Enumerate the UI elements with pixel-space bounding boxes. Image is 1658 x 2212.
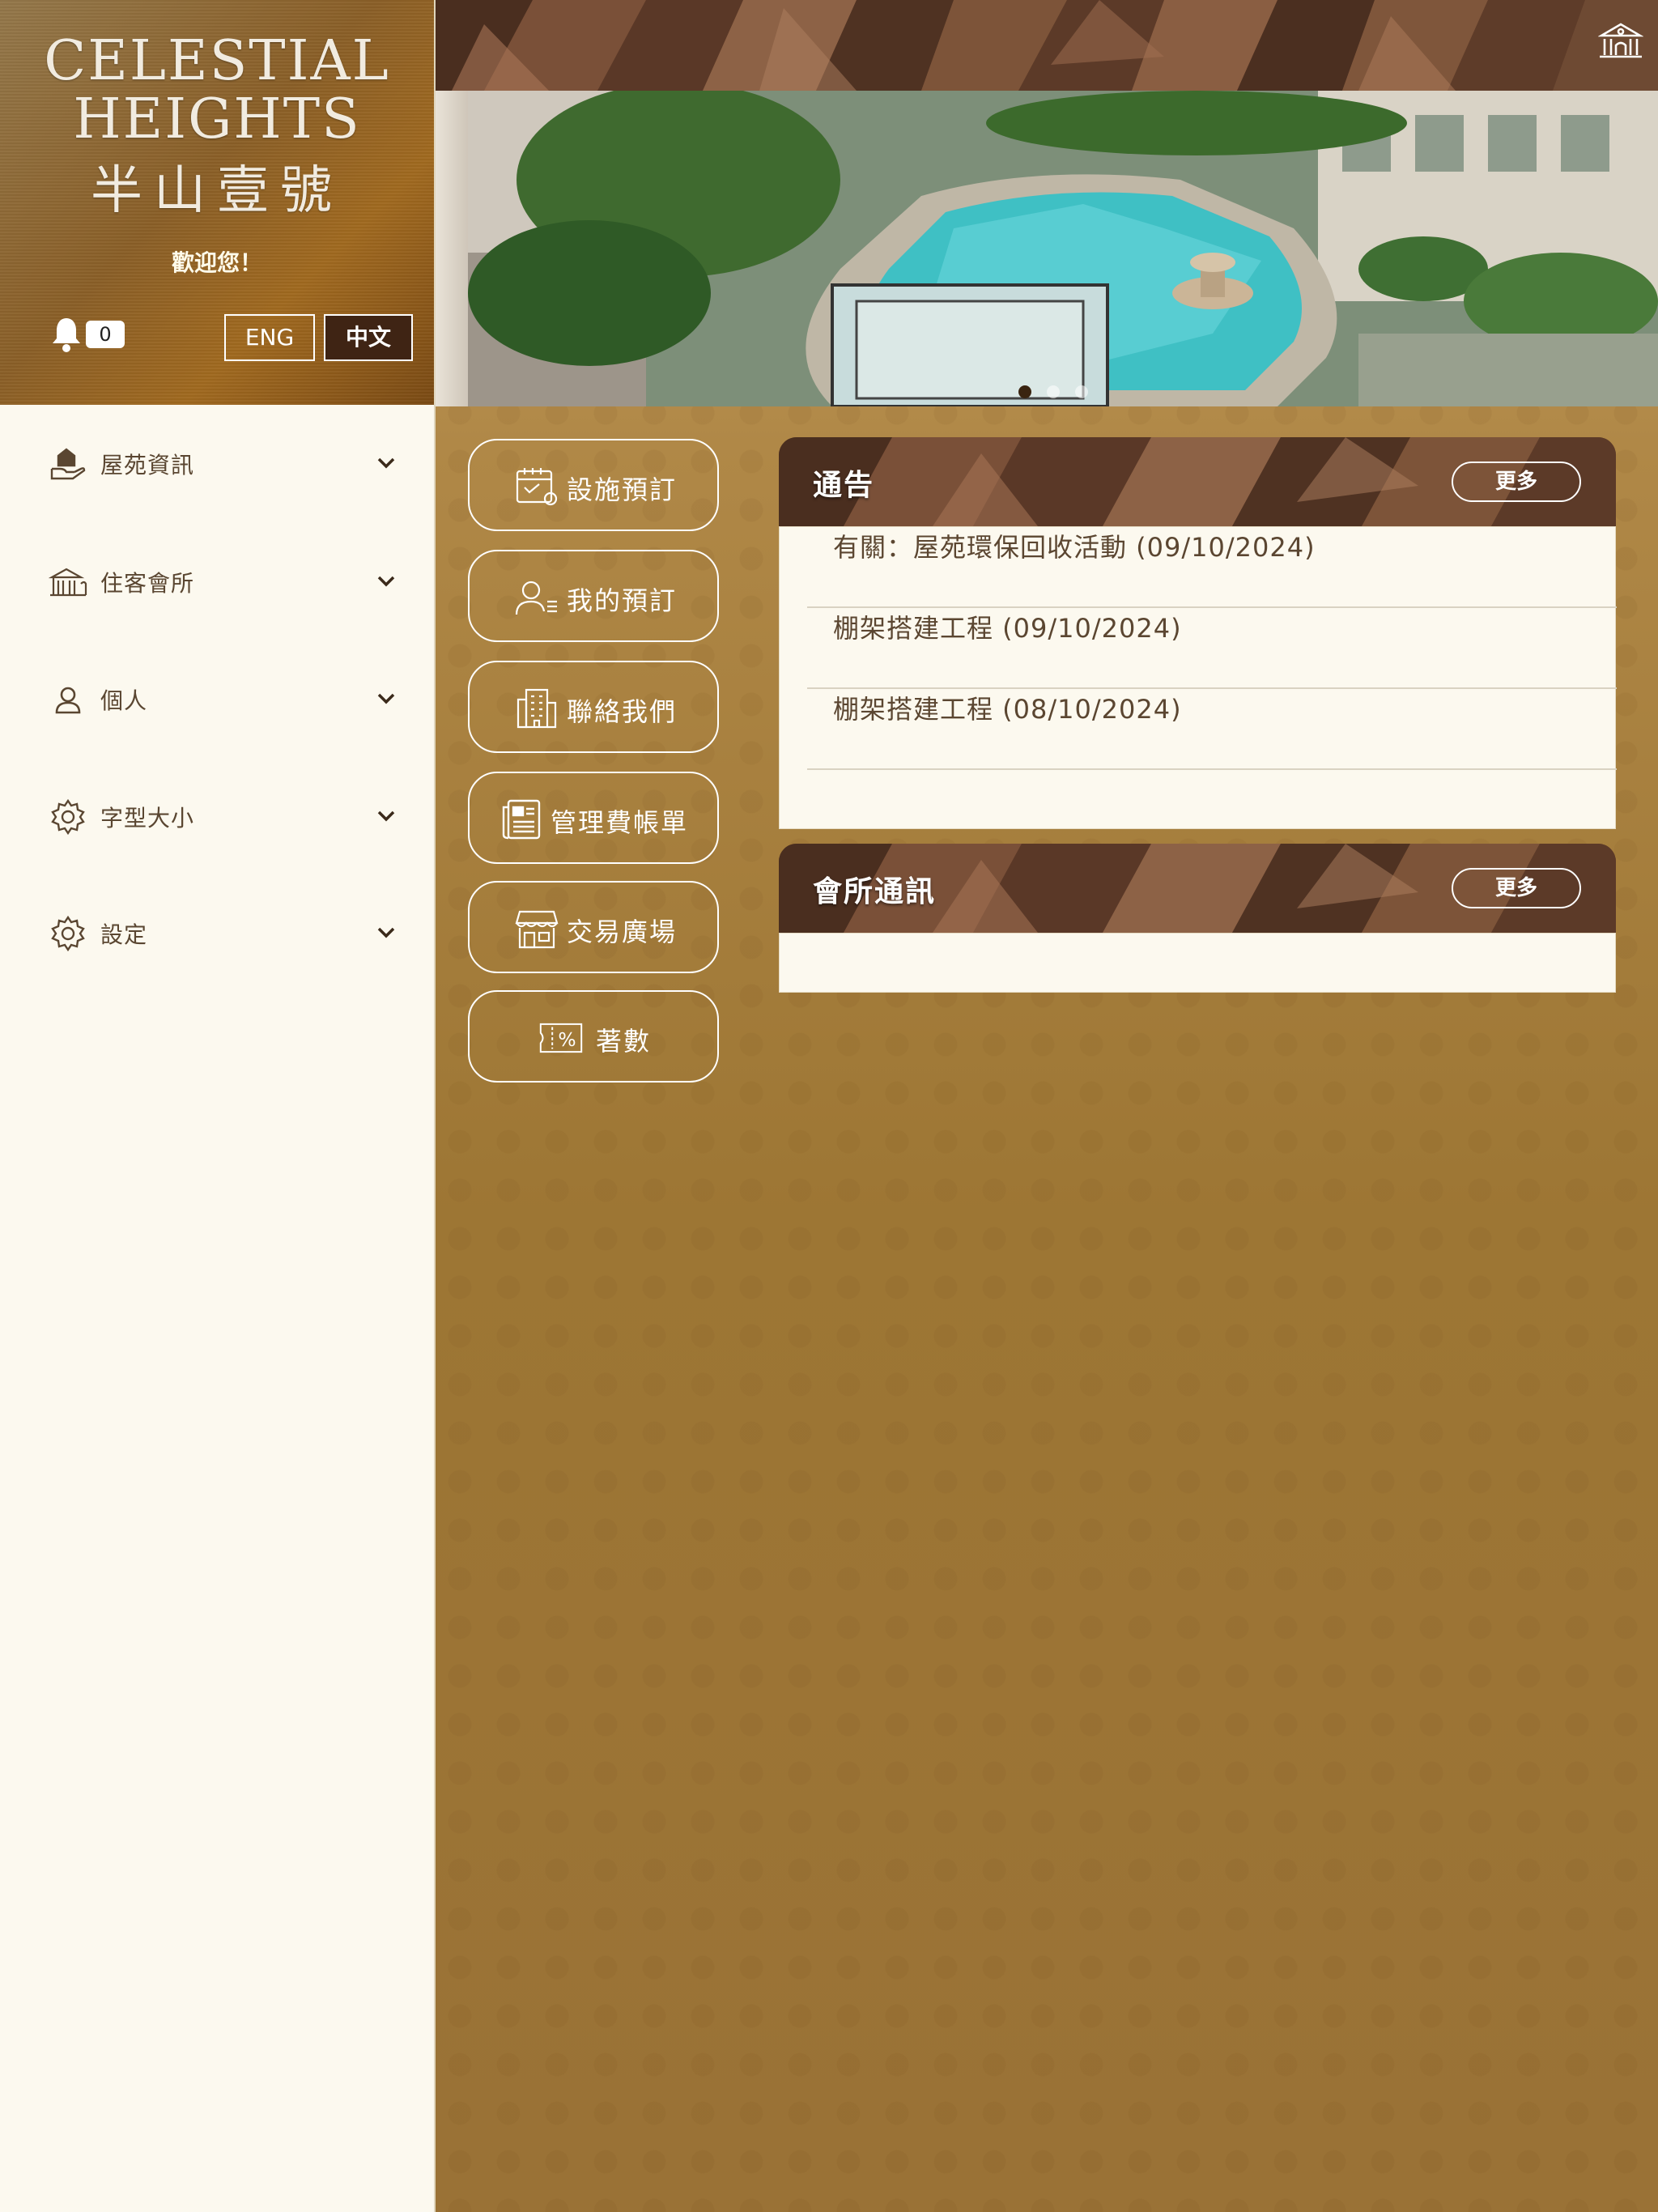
language-zh-button[interactable]: 中文	[324, 314, 413, 361]
notices-panel: 通告 更多 有關：屋苑環保回收活動 (09/10/2024) 棚架搭建工程 (0…	[779, 437, 1617, 829]
carousel-dot-3[interactable]	[1075, 385, 1088, 398]
quick-action-label: 著數	[596, 1026, 652, 1057]
sidebar-item-font-size[interactable]: 字型大小	[0, 780, 434, 853]
header-pattern	[436, 0, 1658, 91]
newspaper-icon	[502, 799, 541, 840]
sidebar: CELESTIAL HEIGHTS 半山壹號 歡迎您！ 0 ENG 中文 屋苑資…	[0, 0, 436, 2212]
building-icon	[517, 688, 557, 729]
notices-title: 通告	[813, 469, 875, 502]
notice-item[interactable]: 棚架搭建工程 (09/10/2024)	[807, 608, 1617, 689]
contact-us-button[interactable]: 聯絡我們	[468, 661, 719, 753]
club-news-panel: 會所通訊 更多	[779, 844, 1616, 993]
sidebar-item-clubhouse[interactable]: 住客會所	[0, 545, 434, 618]
notices-panel-header: 通告 更多	[779, 437, 1616, 526]
main-content: 設施預訂 我的預訂 聯絡我們 管理費帳單 交易廣場 % 著數 通告 更多 有關：…	[436, 0, 1658, 2212]
marketplace-button[interactable]: 交易廣場	[468, 881, 719, 973]
offers-button[interactable]: % 著數	[468, 990, 719, 1083]
house-hand-icon	[50, 448, 86, 480]
carousel-dot-1[interactable]	[1018, 385, 1031, 398]
sidebar-item-label: 設定	[100, 921, 148, 948]
notices-list: 有關：屋苑環保回收活動 (09/10/2024) 棚架搭建工程 (09/10/2…	[779, 526, 1617, 829]
quick-action-label: 聯絡我們	[567, 696, 678, 727]
club-news-title: 會所通訊	[813, 875, 937, 908]
chevron-down-icon	[377, 457, 395, 469]
brand-header: CELESTIAL HEIGHTS 半山壹號 歡迎您！ 0 ENG 中文	[0, 0, 434, 405]
my-booking-button[interactable]: 我的預訂	[468, 550, 719, 642]
sidebar-item-estate-info[interactable]: 屋苑資訊	[0, 427, 434, 500]
notices-more-button[interactable]: 更多	[1452, 462, 1581, 502]
notification-count-badge[interactable]: 0	[86, 321, 125, 348]
logo-text-line2: HEIGHTS	[73, 87, 361, 151]
logo-text-chinese: 半山壹號	[91, 161, 343, 221]
sidebar-item-personal[interactable]: 個人	[0, 662, 434, 735]
sidebar-item-label: 字型大小	[100, 805, 195, 832]
club-news-more-button[interactable]: 更多	[1452, 868, 1581, 908]
chevron-down-icon	[377, 693, 395, 704]
clubhouse-home-icon[interactable]	[1598, 21, 1643, 62]
club-news-list	[779, 933, 1616, 993]
quick-action-label: 我的預訂	[567, 585, 678, 616]
svg-text:%: %	[558, 1028, 576, 1051]
carousel-dot-2[interactable]	[1047, 385, 1060, 398]
notice-item[interactable]: 有關：屋苑環保回收活動 (09/10/2024)	[807, 527, 1617, 608]
bell-icon[interactable]	[50, 316, 83, 353]
gear-icon	[51, 798, 85, 836]
quick-action-label: 管理費帳單	[551, 807, 689, 838]
sidebar-item-label: 屋苑資訊	[100, 452, 195, 479]
gear-icon	[51, 915, 85, 952]
sidebar-item-label: 住客會所	[100, 570, 195, 597]
notice-item[interactable]: 棚架搭建工程 (08/10/2024)	[807, 689, 1617, 770]
quick-action-label: 交易廣場	[567, 917, 678, 947]
sidebar-item-settings[interactable]: 設定	[0, 896, 434, 969]
facility-booking-button[interactable]: 設施預訂	[468, 439, 719, 531]
notice-item-text: 棚架搭建工程 (08/10/2024)	[833, 694, 1182, 725]
banner-side-strip	[436, 91, 468, 406]
welcome-text: 歡迎您！	[171, 249, 262, 276]
notice-item-text: 棚架搭建工程 (09/10/2024)	[833, 613, 1182, 644]
sidebar-item-label: 個人	[100, 687, 148, 714]
quick-action-label: 設施預訂	[567, 474, 678, 505]
clubhouse-icon	[49, 568, 87, 597]
chevron-down-icon	[377, 576, 395, 587]
banner-carousel-image[interactable]	[468, 91, 1658, 406]
storefront-icon	[515, 910, 559, 949]
logo-text-line1: CELESTIAL	[44, 29, 390, 93]
top-header-bar	[436, 0, 1658, 91]
calendar-check-icon	[516, 468, 558, 506]
management-fee-bill-button[interactable]: 管理費帳單	[468, 772, 719, 864]
pool-garden-image	[468, 91, 1658, 406]
coupon-percent-icon: %	[539, 1023, 583, 1053]
notice-item-text: 有關：屋苑環保回收活動 (09/10/2024)	[833, 532, 1316, 563]
language-eng-button[interactable]: ENG	[224, 314, 315, 361]
user-list-icon	[515, 581, 557, 615]
chevron-down-icon	[377, 810, 395, 822]
chevron-down-icon	[377, 927, 395, 938]
club-news-panel-header: 會所通訊 更多	[779, 844, 1616, 933]
user-icon	[55, 687, 81, 714]
